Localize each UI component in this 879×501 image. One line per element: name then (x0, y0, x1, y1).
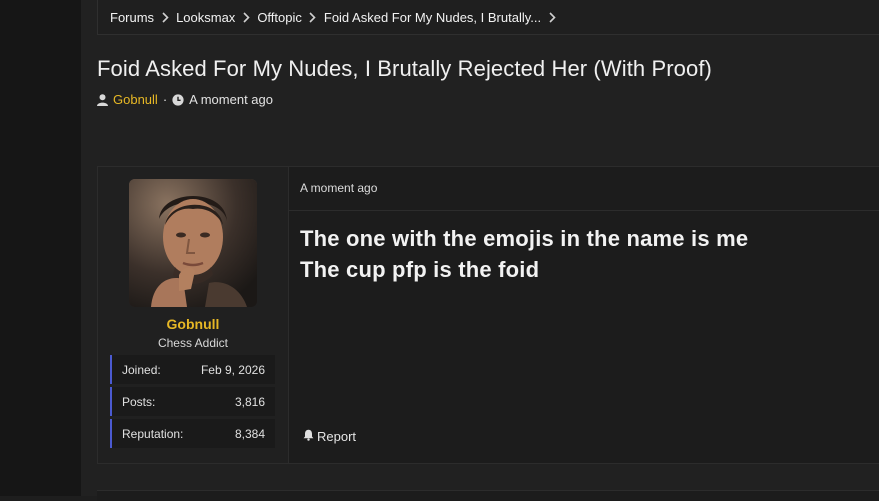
post-user-cell: Gobnull Chess Addict Joined: Feb 9, 2026… (98, 167, 289, 463)
meta-separator: · (162, 92, 168, 107)
page-title: Foid Asked For My Nudes, I Brutally Reje… (97, 56, 712, 81)
breadcrumb-item-thread[interactable]: Foid Asked For My Nudes, I Brutally... (324, 10, 563, 25)
stat-label: Joined: (122, 362, 161, 377)
post-user-title: Chess Addict (157, 336, 229, 350)
chevron-right-icon (235, 10, 257, 24)
stat-value: 3,816 (234, 394, 265, 409)
post-username[interactable]: Gobnull (98, 316, 288, 332)
stat-value: Feb 9, 2026 (200, 362, 265, 377)
stat-label: Reputation: (122, 426, 184, 441)
breadcrumb-label[interactable]: Looksmax (176, 10, 235, 25)
user-stat-reputation: Reputation: 8,384 (110, 419, 275, 448)
report-button[interactable]: Report (303, 429, 356, 444)
report-label[interactable]: Report (317, 429, 356, 444)
thread-time[interactable]: A moment ago (189, 92, 273, 107)
breadcrumb: Forums Looksmax Offtopic Foid Asked For … (97, 0, 879, 35)
chevron-right-icon (541, 10, 563, 24)
thread-author-link[interactable]: Gobnull (113, 92, 158, 107)
chevron-right-icon (154, 10, 176, 24)
post-date[interactable]: A moment ago (300, 181, 377, 195)
post-body-line: The cup pfp is the foid (300, 257, 540, 282)
breadcrumb-item-forums[interactable]: Forums (110, 10, 176, 25)
stat-label: Posts: (122, 394, 156, 409)
breadcrumb-item-looksmax[interactable]: Looksmax (176, 10, 257, 25)
breadcrumb-label[interactable]: Offtopic (257, 10, 302, 25)
avatar[interactable] (129, 179, 257, 307)
clock-icon (172, 93, 184, 106)
post-body-line: The one with the emojis in the name is m… (300, 226, 749, 251)
thread-meta: Gobnull · A moment ago (97, 92, 273, 107)
chevron-right-icon (302, 10, 324, 24)
user-icon (97, 93, 108, 106)
breadcrumb-item-offtopic[interactable]: Offtopic (257, 10, 324, 25)
bell-icon (303, 429, 314, 444)
post-body: The one with the emojis in the name is m… (300, 223, 748, 285)
main-content: Forums Looksmax Offtopic Foid Asked For … (81, 0, 879, 501)
stat-value: 8,384 (234, 426, 265, 441)
post-divider (288, 210, 879, 211)
left-rail (0, 0, 81, 496)
breadcrumb-label[interactable]: Foid Asked For My Nudes, I Brutally... (324, 10, 541, 25)
breadcrumb-label[interactable]: Forums (110, 10, 154, 25)
user-stat-joined: Joined: Feb 9, 2026 (110, 355, 275, 384)
post: Gobnull Chess Addict Joined: Feb 9, 2026… (97, 166, 879, 464)
user-stat-posts: Posts: 3,816 (110, 387, 275, 416)
